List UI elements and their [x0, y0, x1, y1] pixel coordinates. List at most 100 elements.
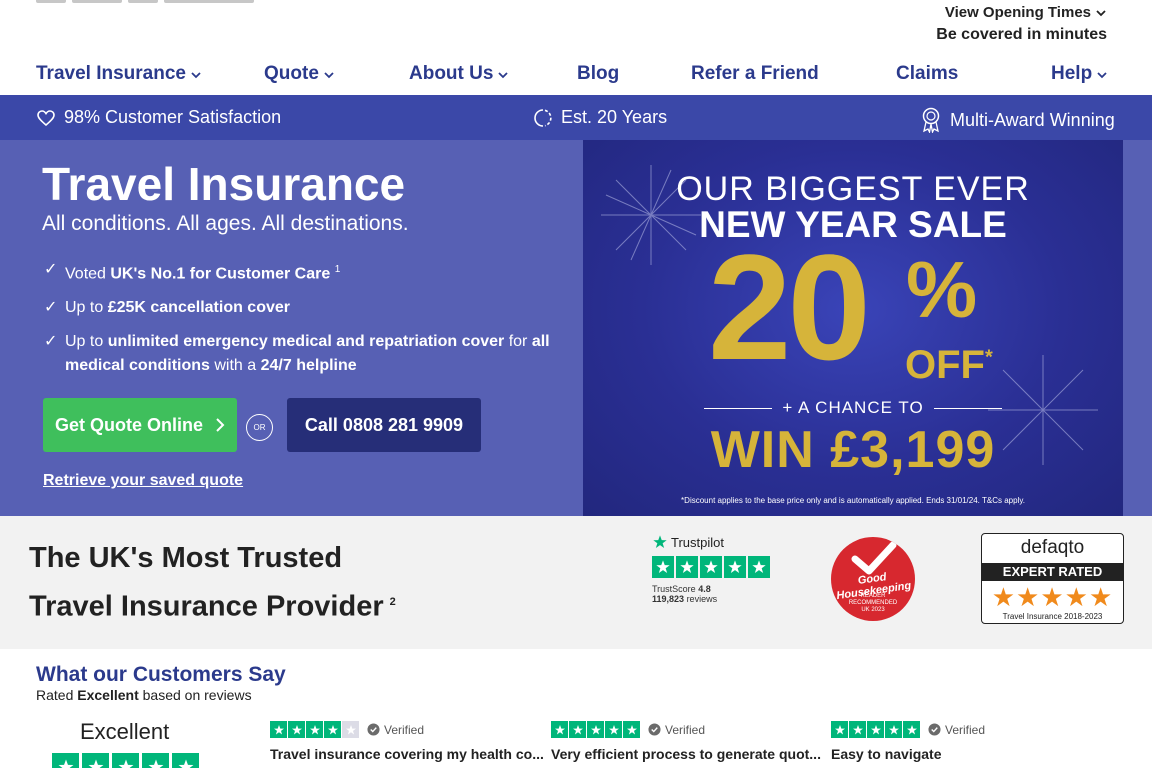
benefit-customer-care: ✓ Voted UK's No.1 for Customer Care 1	[44, 258, 554, 286]
site-logo[interactable]	[36, 0, 276, 4]
nav-label: Claims	[896, 63, 959, 84]
review-stars	[270, 721, 359, 738]
benefit-text: for	[504, 333, 532, 351]
gh-caption-line: RECOMMENDED	[848, 600, 898, 606]
hero-section: Travel Insurance All conditions. All age…	[0, 140, 1152, 516]
rating-text: Rated	[36, 687, 78, 703]
trusted-heading-line2: Travel Insurance Provider	[29, 590, 384, 623]
promo-chance-text: + A CHANCE TO	[583, 398, 1123, 418]
star-icon	[748, 556, 770, 578]
promo-asterisk: *	[984, 346, 993, 369]
trustpilot-star-icon	[653, 535, 667, 548]
gh-caption-line: UK 2023	[861, 607, 885, 613]
review-text: Travel insurance covering my health co..…	[270, 746, 544, 762]
promo-discount-number: 20	[708, 223, 871, 391]
award-rosette-icon	[922, 107, 940, 133]
star-icon	[112, 753, 139, 768]
star-icon	[52, 753, 79, 768]
verified-badge: Verified	[648, 723, 705, 737]
nav-label: About Us	[409, 63, 494, 84]
review-card[interactable]: Verified Very efficient process to gener…	[551, 721, 821, 762]
trustpilot-badge[interactable]: Trustpilot TrustScore 4.8 119,823 review…	[652, 534, 776, 604]
reviews-heading: What our Customers Say	[36, 663, 286, 686]
review-card[interactable]: Verified Easy to navigate	[831, 721, 1091, 762]
rating-text: based on reviews	[138, 687, 252, 703]
promo-chance-label: + A CHANCE TO	[782, 398, 924, 417]
nav-label: Help	[1051, 63, 1093, 84]
usp-established-label: Est. 20 Years	[561, 107, 668, 127]
nav-label: Blog	[577, 63, 620, 84]
trustpilot-name: Trustpilot	[671, 534, 724, 550]
promo-off-label: OFF*	[905, 343, 993, 388]
gh-caption-line: READER	[860, 593, 886, 599]
page-title: Travel Insurance	[42, 158, 406, 210]
benefit-list: ✓ Voted UK's No.1 for Customer Care 1 ✓ …	[44, 258, 554, 388]
chevron-down-icon	[1096, 9, 1106, 16]
benefit-text: Voted	[65, 265, 111, 283]
retrieve-quote-link[interactable]: Retrieve your saved quote	[43, 472, 243, 490]
overall-rating-stars	[52, 753, 199, 768]
loading-circle-icon	[534, 108, 552, 127]
hero-subtitle: All conditions. All ages. All destinatio…	[42, 212, 409, 235]
chevron-down-icon	[1097, 72, 1107, 79]
defaqto-badge[interactable]: defaqto EXPERT RATED ★★★★★ Travel Insura…	[981, 533, 1124, 624]
star-icon	[324, 721, 341, 738]
promo-fine-print: *Discount applies to the base price only…	[681, 496, 1025, 505]
nav-quote[interactable]: Quote	[264, 63, 335, 85]
benefit-highlight: UK's No.1 for Customer Care	[110, 265, 331, 283]
verified-label: Verified	[665, 722, 706, 737]
trustpilot-review-count: 119,823 reviews	[652, 594, 776, 604]
chevron-down-icon	[191, 72, 201, 79]
customer-reviews-section: What our Customers Say Rated Excellent b…	[0, 649, 1152, 768]
check-icon: ✓	[44, 261, 58, 278]
opening-times-label: View Opening Times	[944, 4, 1091, 21]
usp-award-label: Multi-Award Winning	[950, 109, 1115, 130]
star-icon	[587, 721, 604, 738]
star-icon	[142, 753, 169, 768]
review-stars	[551, 721, 640, 738]
call-button[interactable]: Call 0808 281 9909	[287, 398, 481, 452]
star-icon	[885, 721, 902, 738]
trusted-heading-line1: The UK's Most Trusted	[29, 542, 343, 574]
nav-help[interactable]: Help	[1051, 63, 1108, 85]
nav-travel-insurance[interactable]: Travel Insurance	[36, 63, 202, 85]
star-icon	[623, 721, 640, 738]
rating-highlight: Excellent	[77, 687, 139, 703]
defaqto-logo-text: defaqto	[1020, 537, 1085, 558]
promo-win-amount: WIN £3,199	[710, 421, 996, 479]
star-icon	[831, 721, 848, 738]
trustscore: TrustScore 4.8	[652, 584, 776, 594]
usp-satisfaction: 98% Customer Satisfaction	[36, 107, 281, 128]
review-text: Easy to navigate	[831, 746, 942, 762]
gh-caption: READER RECOMMENDED UK 2023	[831, 593, 915, 614]
review-count-value: 119,823	[652, 594, 685, 604]
good-housekeeping-badge[interactable]: Good Housekeeping READER RECOMMENDED UK …	[831, 537, 915, 621]
nav-blog[interactable]: Blog	[577, 63, 619, 85]
benefit-cancellation: ✓ Up to £25K cancellation cover	[44, 296, 554, 320]
trustscore-label: TrustScore	[652, 584, 696, 594]
reviews-rating-summary: Rated Excellent based on reviews	[36, 687, 252, 703]
star-icon	[551, 721, 568, 738]
main-nav: Travel Insurance Quote About Us Blog Ref…	[0, 60, 1152, 94]
verified-badge: Verified	[928, 723, 985, 737]
trustpilot-stars	[652, 556, 776, 578]
verified-badge: Verified	[367, 723, 424, 737]
opening-times-toggle[interactable]: View Opening Times	[945, 4, 1107, 21]
review-card[interactable]: Verified Travel insurance covering my he…	[270, 721, 544, 762]
nav-about-us[interactable]: About Us	[409, 63, 509, 85]
nav-label: Quote	[264, 63, 319, 84]
star-icon	[569, 721, 586, 738]
star-icon	[903, 721, 920, 738]
star-icon	[652, 556, 674, 578]
nav-claims[interactable]: Claims	[896, 63, 958, 85]
defaqto-stars: ★★★★★	[991, 582, 1114, 612]
usp-strip: 98% Customer Satisfaction Est. 20 Years …	[0, 95, 1152, 140]
get-quote-button[interactable]: Get Quote Online	[43, 398, 237, 452]
nav-refer-a-friend[interactable]: Refer a Friend	[691, 63, 819, 85]
star-icon	[288, 721, 305, 738]
verified-label: Verified	[384, 722, 425, 737]
benefit-medical: ✓ Up to unlimited emergency medical and …	[44, 330, 554, 378]
promo-banner[interactable]: OUR BIGGEST EVER NEW YEAR SALE 20 % OFF*…	[583, 140, 1123, 516]
benefit-highlight: 24/7 helpline	[260, 357, 357, 375]
nav-label: Travel Insurance	[36, 63, 186, 84]
